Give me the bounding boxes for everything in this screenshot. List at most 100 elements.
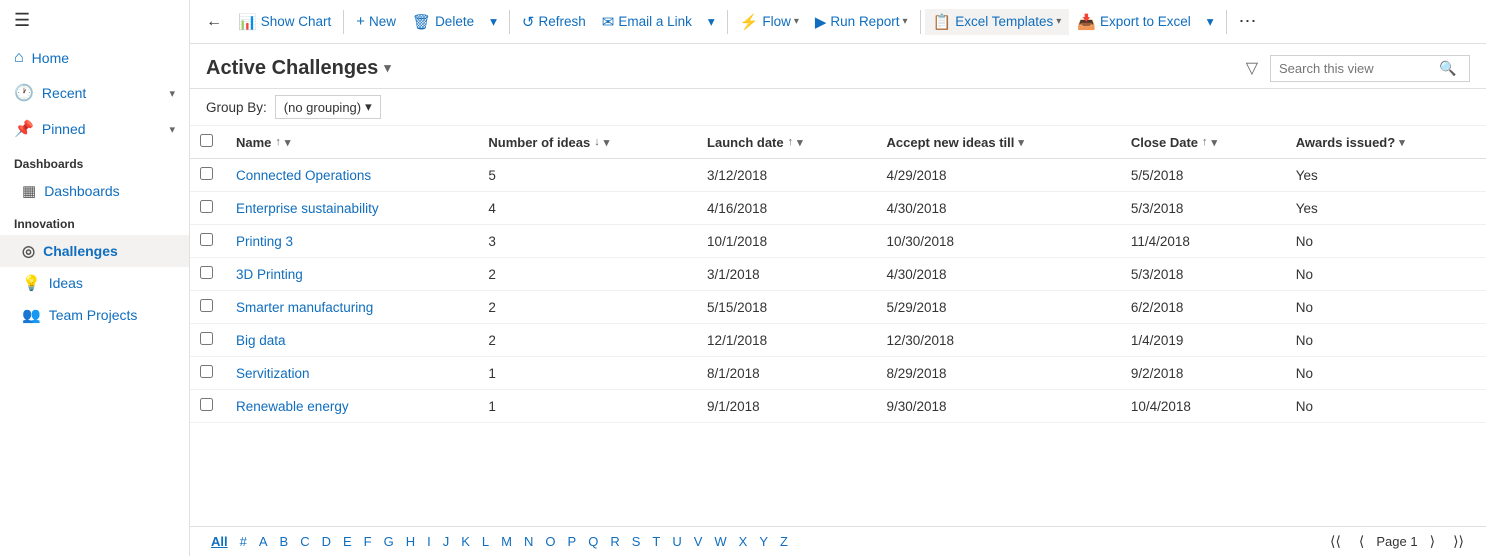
row-checkbox[interactable] (200, 167, 213, 180)
row-checkbox-cell[interactable] (190, 258, 226, 291)
toolbar-separator-chevron[interactable]: ▾ (1199, 10, 1222, 34)
row-checkbox-cell[interactable] (190, 159, 226, 192)
sidebar-item-recent[interactable]: 🕐 Recent ▾ (0, 75, 189, 111)
alpha-nav-item[interactable]: R (605, 532, 624, 551)
row-name-link[interactable]: Printing 3 (236, 234, 293, 249)
filter-icon[interactable]: ▽ (1242, 54, 1262, 82)
col-launch-date[interactable]: Launch date ↑ ▾ (697, 126, 876, 159)
alpha-nav-item[interactable]: N (519, 532, 538, 551)
row-checkbox[interactable] (200, 233, 213, 246)
new-button[interactable]: + New (348, 9, 404, 34)
more-options2-button[interactable]: ▾ (700, 10, 723, 34)
checkbox-header[interactable] (190, 126, 226, 159)
alpha-nav-item[interactable]: Z (775, 532, 793, 551)
chevron-down-icon: ▾ (169, 123, 175, 136)
sidebar-item-home[interactable]: ⌂ Home (0, 41, 189, 75)
alpha-nav-item[interactable]: J (438, 532, 455, 551)
filter-chevron-icon[interactable]: ▾ (1212, 136, 1218, 149)
row-checkbox-cell[interactable] (190, 192, 226, 225)
row-launch-date-cell: 3/1/2018 (697, 258, 876, 291)
filter-chevron-icon[interactable]: ▾ (604, 136, 610, 149)
row-checkbox[interactable] (200, 200, 213, 213)
row-checkbox[interactable] (200, 365, 213, 378)
row-name-link[interactable]: Renewable energy (236, 399, 349, 414)
search-input[interactable] (1279, 61, 1439, 76)
row-checkbox[interactable] (200, 398, 213, 411)
row-name-link[interactable]: Enterprise sustainability (236, 201, 379, 216)
alpha-nav-item[interactable]: T (647, 532, 665, 551)
show-chart-button[interactable]: 📊 Show Chart (230, 9, 339, 35)
alpha-nav-item[interactable]: F (359, 532, 377, 551)
alpha-nav-item[interactable]: V (689, 532, 708, 551)
refresh-button[interactable]: ↺ Refresh (514, 9, 594, 35)
row-checkbox-cell[interactable] (190, 324, 226, 357)
alpha-nav-item[interactable]: O (540, 532, 560, 551)
row-checkbox-cell[interactable] (190, 225, 226, 258)
delete-button[interactable]: 🗑 Delete (404, 9, 482, 35)
sidebar-item-ideas[interactable]: 💡 Ideas (0, 267, 189, 299)
first-page-button[interactable]: ⟨⟨ (1324, 531, 1347, 552)
search-box[interactable]: 🔍 (1270, 55, 1470, 82)
filter-chevron-icon[interactable]: ▾ (285, 136, 291, 149)
filter-chevron-icon[interactable]: ▾ (1399, 136, 1405, 149)
last-page-button[interactable]: ⟩⟩ (1447, 531, 1470, 552)
sidebar-item-team-projects[interactable]: 👥 Team Projects (0, 299, 189, 331)
alpha-nav-item[interactable]: P (563, 532, 582, 551)
col-name[interactable]: Name ↑ ▾ (226, 126, 478, 159)
hamburger-icon[interactable]: ☰ (0, 0, 189, 41)
back-button[interactable]: ← (198, 9, 230, 35)
alpha-nav-item[interactable]: I (422, 532, 436, 551)
alpha-nav-item[interactable]: L (477, 532, 494, 551)
more-button[interactable]: ⋯ (1231, 7, 1265, 36)
alpha-nav-item[interactable]: H (401, 532, 420, 551)
alpha-nav-item[interactable]: U (667, 532, 686, 551)
row-checkbox-cell[interactable] (190, 390, 226, 423)
alpha-nav-item[interactable]: M (496, 532, 517, 551)
groupby-select[interactable]: (no grouping) ▾ (275, 95, 381, 119)
alpha-nav-item[interactable]: B (275, 532, 294, 551)
prev-page-button[interactable]: ⟨ (1353, 531, 1370, 552)
row-checkbox[interactable] (200, 266, 213, 279)
title-chevron-icon[interactable]: ▾ (384, 60, 391, 76)
alpha-nav-item[interactable]: D (317, 532, 336, 551)
run-report-button[interactable]: ▶ Run Report ▾ (807, 9, 916, 35)
export-excel-button[interactable]: 📥 Export to Excel (1069, 9, 1198, 35)
next-page-button[interactable]: ⟩ (1424, 531, 1441, 552)
select-all-checkbox[interactable] (200, 134, 213, 147)
alpha-nav-item[interactable]: K (456, 532, 475, 551)
alpha-nav-item[interactable]: S (627, 532, 646, 551)
alpha-nav-item[interactable]: All (206, 532, 233, 551)
col-close-date[interactable]: Close Date ↑ ▾ (1121, 126, 1286, 159)
flow-button[interactable]: ⚡ Flow ▾ (732, 9, 807, 35)
alpha-nav-item[interactable]: C (295, 532, 314, 551)
row-name-link[interactable]: Connected Operations (236, 168, 371, 183)
alpha-nav-item[interactable]: G (379, 532, 399, 551)
sidebar-item-dashboards[interactable]: ▦ Dashboards (0, 175, 189, 207)
row-checkbox[interactable] (200, 299, 213, 312)
filter-chevron-icon[interactable]: ▾ (1018, 136, 1024, 149)
row-checkbox-cell[interactable] (190, 357, 226, 390)
row-name-link[interactable]: Big data (236, 333, 286, 348)
alpha-nav-item[interactable]: A (254, 532, 273, 551)
row-name-link[interactable]: 3D Printing (236, 267, 303, 282)
alpha-nav-item[interactable]: E (338, 532, 357, 551)
sidebar-item-pinned[interactable]: 📌 Pinned ▾ (0, 111, 189, 147)
run-report-label: Run Report (830, 14, 899, 29)
row-name-link[interactable]: Servitization (236, 366, 310, 381)
row-checkbox-cell[interactable] (190, 291, 226, 324)
alpha-nav-item[interactable]: W (709, 532, 731, 551)
email-link-button[interactable]: ✉ Email a Link (594, 9, 700, 35)
row-checkbox[interactable] (200, 332, 213, 345)
more-options-button[interactable]: ▾ (482, 10, 505, 34)
col-accept-till[interactable]: Accept new ideas till ▾ (877, 126, 1121, 159)
col-num-ideas[interactable]: Number of ideas ↓ ▾ (478, 126, 697, 159)
row-name-link[interactable]: Smarter manufacturing (236, 300, 373, 315)
alpha-nav-item[interactable]: Q (583, 532, 603, 551)
filter-chevron-icon[interactable]: ▾ (797, 136, 803, 149)
sidebar-item-challenges[interactable]: ◎ Challenges (0, 235, 189, 267)
alpha-nav-item[interactable]: # (235, 532, 252, 551)
col-awards-issued[interactable]: Awards issued? ▾ (1286, 126, 1486, 159)
alpha-nav-item[interactable]: Y (754, 532, 773, 551)
excel-templates-button[interactable]: 📋 Excel Templates ▾ (925, 9, 1070, 35)
alpha-nav-item[interactable]: X (734, 532, 753, 551)
